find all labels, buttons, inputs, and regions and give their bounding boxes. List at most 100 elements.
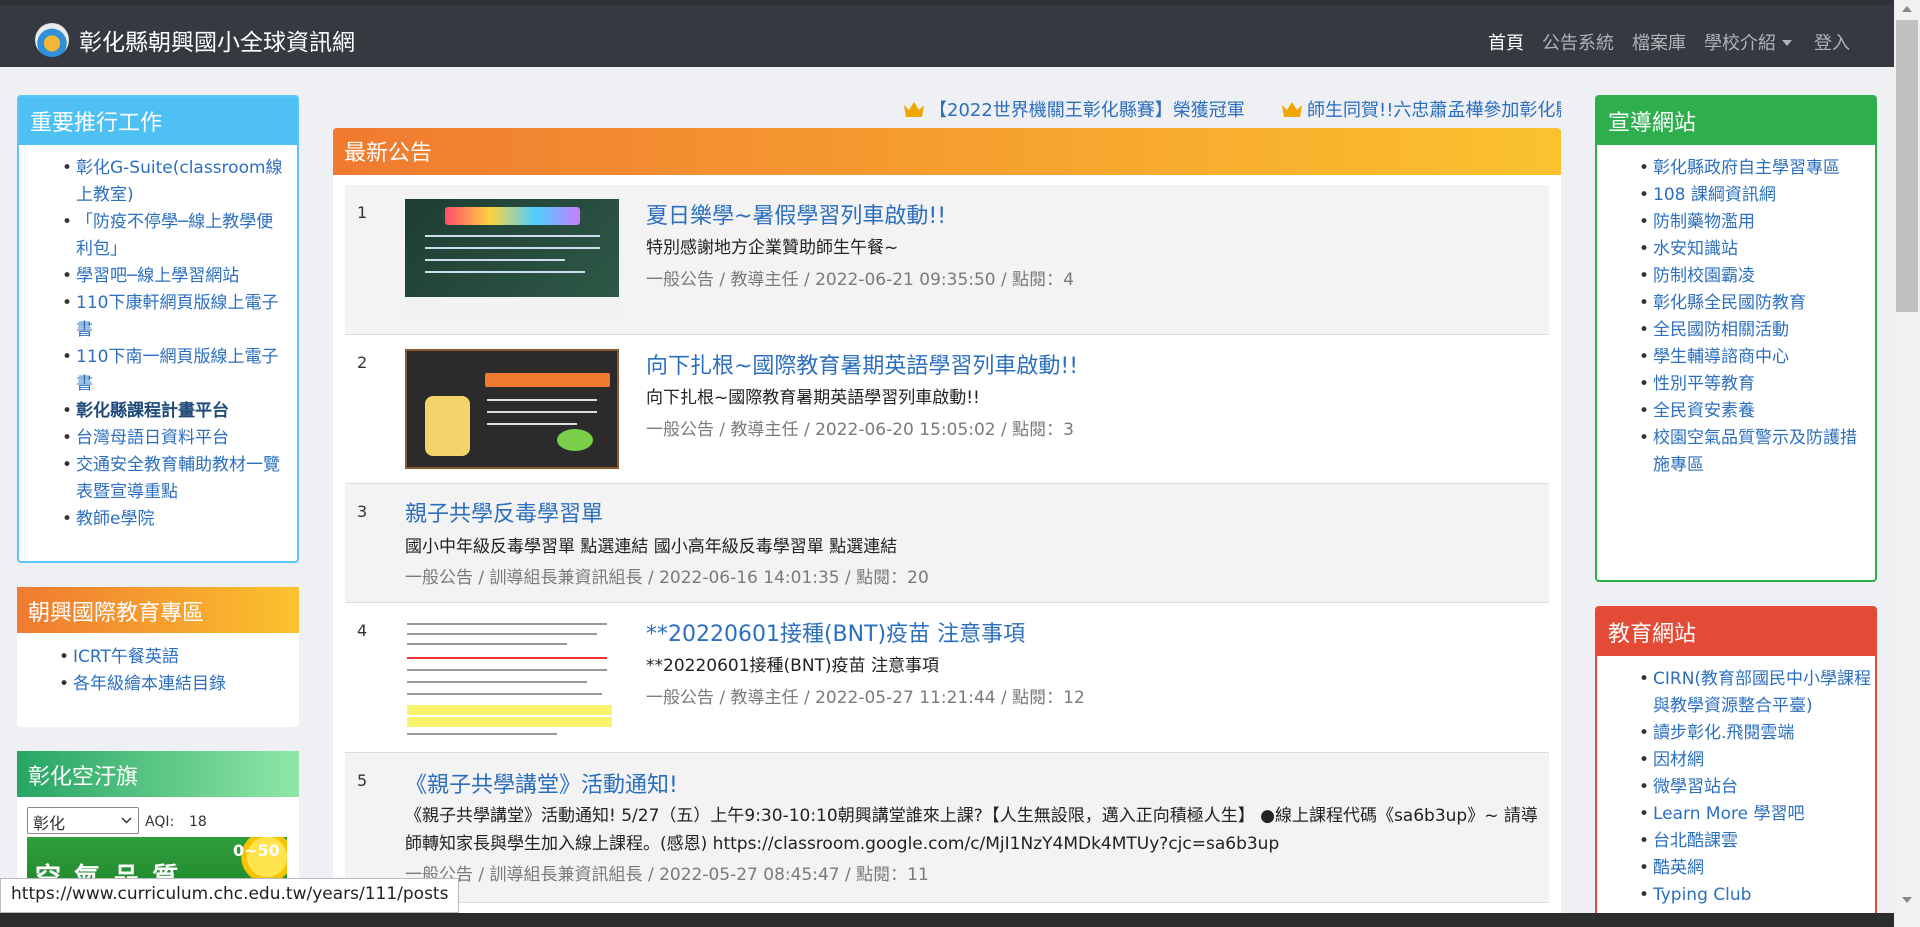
announcement-desc-4: **20220601接種(BNT)疫苗 注意事項 [646,656,939,676]
air-card-title: 彰化空汙旗 [17,751,299,797]
thumb-line [425,259,565,261]
important-item-nanyi[interactable]: 110下南一網頁版線上電子書 [62,344,286,398]
row-number: 3 [357,502,368,521]
edu-item-cooc[interactable]: 台北酷課雲 [1639,828,1873,855]
aqi-label: AQI: [145,814,175,830]
promo-item-108[interactable]: 108 課綱資訊網 [1639,182,1868,209]
important-item-learnbar[interactable]: 學習吧─線上學習網站 [62,263,286,290]
edu-card: 教育網站 CIRN(教育部國民中小學課程與教學資源整合平臺) 讀步彰化.飛閱雲端… [1595,606,1877,927]
announcement-row-5[interactable]: 5 《親子共學講堂》活動通知! 《親子共學講堂》活動通知! 5/27（五）上午9… [345,753,1549,903]
announcement-title-3[interactable]: 親子共學反毒學習單 [405,496,603,528]
promo-card: 宣導網站 彰化縣政府自主學習專區 108 課綱資訊網 防制藥物濫用 水安知識站 … [1595,95,1877,582]
important-item-kangxuan[interactable]: 110下康軒網頁版線上電子書 [62,290,286,344]
announcement-meta-1: 一般公告 / 教導主任 / 2022-06-21 09:35:50 / 點閱：4 [646,270,1074,290]
school-logo-icon[interactable] [35,23,69,57]
edu-card-title: 教育網站 [1597,608,1875,656]
announcement-meta-2: 一般公告 / 教導主任 / 2022-06-20 15:05:02 / 點閱：3 [646,420,1074,440]
promo-item-infosec[interactable]: 全民資安素養 [1639,398,1868,425]
promo-item-gender[interactable]: 性別平等教育 [1639,371,1868,398]
edu-item-reading[interactable]: 讀步彰化.飛閱雲端 [1639,720,1873,747]
nav-files[interactable]: 檔案庫 [1632,29,1686,55]
thumb-line [407,623,607,625]
thumb-line [425,247,600,249]
top-navbar: 彰化縣朝興國小全球資訊網 首頁 公告系統 檔案庫 學校介紹 登入 [0,0,1894,67]
edu-list: CIRN(教育部國民中小學課程與教學資源整合平臺) 讀步彰化.飛閱雲端 因材網 … [1639,666,1873,909]
announcement-title-2[interactable]: 向下扎根~國際教育暑期英語學習列車啟動!! [646,348,1078,380]
scroll-up-arrow-icon[interactable] [1902,6,1912,12]
promo-item-air-quality[interactable]: 校園空氣品質警示及防護措施專區 [1639,425,1868,479]
promo-list: 彰化縣政府自主學習專區 108 課綱資訊網 防制藥物濫用 水安知識站 防制校園霸… [1639,155,1868,479]
nav-login[interactable]: 登入 [1814,29,1850,55]
important-item-traffic[interactable]: 交通安全教育輔助教材一覽表暨宣導重點 [62,452,286,506]
row-number: 1 [357,203,368,222]
announcement-title-1[interactable]: 夏日樂學~暑假學習列車啟動!! [646,198,946,230]
promo-item-counseling[interactable]: 學生輔導諮商中心 [1639,344,1868,371]
edu-item-adaptive[interactable]: 因材網 [1639,747,1873,774]
important-item-covid-pack[interactable]: 「防疫不停學─線上教學便利包」 [62,209,286,263]
thumb-line [407,681,587,683]
edu-item-cirn[interactable]: CIRN(教育部國民中小學課程與教學資源整合平臺) [1639,666,1873,720]
thumb-line [407,633,597,635]
announcement-row-1[interactable]: 1 夏日樂學~暑假學習列車啟動!! 特別感謝地方企業贊助師生午餐~ 一般公告 /… [345,185,1549,335]
announcement-title-4[interactable]: **20220601接種(BNT)疫苗 注意事項 [646,616,1025,648]
marquee-item-2[interactable]: 師生同賀!!六忠蕭孟樺參加彰化縣 [1281,96,1561,120]
announcement-thumbnail-4[interactable] [405,617,619,747]
thumb-title-band [485,373,610,387]
thumb-title-band [445,207,580,225]
edu-item-cool-english[interactable]: 酷英網 [1639,855,1873,882]
promo-card-title: 宣導網站 [1597,97,1875,145]
intl-item-icrt[interactable]: ICRT午餐英語 [59,644,288,671]
important-item-gsuite[interactable]: 彰化G-Suite(classroom線上教室) [62,155,286,209]
announcements-header: 最新公告 [333,128,1561,175]
thumb-leaf [557,429,593,451]
promo-item-water[interactable]: 水安知識站 [1639,236,1868,263]
intl-card: 朝興國際教育專區 ICRT午餐英語 各年級繪本連結目錄 [17,587,299,727]
announcement-desc-1: 特別感謝地方企業贊助師生午餐~ [646,238,899,258]
edu-item-typing[interactable]: Typing Club [1639,882,1873,909]
taskbar [0,913,1894,927]
announcement-row-3[interactable]: 3 親子共學反毒學習單 國小中年級反毒學習單 點選連結 國小高年級反毒學習單 點… [345,484,1549,603]
important-card-title: 重要推行工作 [19,97,297,145]
edu-item-micro[interactable]: 微學習站台 [1639,774,1873,801]
nav-intro-label: 學校介紹 [1704,33,1776,54]
intl-item-picturebook[interactable]: 各年級繪本連結目錄 [59,671,288,698]
nav-intro-dropdown[interactable]: 學校介紹 [1704,29,1792,55]
promo-item-defense[interactable]: 彰化縣全民國防教育 [1639,290,1868,317]
marquee-clip: 師生同賀!!六忠蕭孟樺參加彰化縣 [1281,90,1561,120]
thumb-line [407,693,602,695]
scrollbar-thumb[interactable] [1896,20,1918,312]
important-item-curriculum[interactable]: 彰化縣課程計畫平台 [62,398,286,425]
edu-item-learnmore[interactable]: Learn More 學習吧 [1639,801,1873,828]
promo-item-self-learning[interactable]: 彰化縣政府自主學習專區 [1639,155,1868,182]
promo-item-drug[interactable]: 防制藥物濫用 [1639,209,1868,236]
nav-announce[interactable]: 公告系統 [1542,29,1614,55]
chevron-down-icon [121,817,132,824]
crown-icon [1282,102,1302,117]
aqi-value: 18 [189,814,207,830]
thumb-footer [405,297,619,319]
important-card: 重要推行工作 彰化G-Suite(classroom線上教室) 「防疫不停學─線… [17,95,299,563]
intl-card-title: 朝興國際教育專區 [17,587,299,633]
announcement-row-4[interactable]: 4 **20220601接種(BNT)疫苗 注意事項 **20220601接種(… [345,603,1549,753]
site-brand[interactable]: 彰化縣朝興國小全球資訊網 [79,23,355,57]
promo-item-bully[interactable]: 防制校園霸凌 [1639,263,1868,290]
thumb-figure [425,396,470,456]
important-item-mother-tongue[interactable]: 台灣母語日資料平台 [62,425,286,452]
thumb-line [487,411,597,413]
thumb-line [407,733,557,735]
thumb-line [407,657,607,659]
city-select[interactable]: 彰化 [27,807,139,834]
announcement-thumbnail-2[interactable] [405,349,619,469]
thumb-line [425,235,600,237]
announcement-thumbnail-1[interactable] [405,199,619,319]
thumb-highlight [407,717,612,727]
announcement-title-5[interactable]: 《親子共學講堂》活動通知! [405,767,678,799]
announcement-desc-3: 國小中年級反毒學習單 點選連結 國小高年級反毒學習單 點選連結 [405,537,898,557]
announcement-row-2[interactable]: 2 向下扎根~國際教育暑期英語學習列車啟動!! 向下扎根~國際教育暑期英語學習列… [345,335,1549,484]
marquee-item-1[interactable]: 【2022世界機關王彰化縣賽】榮獲冠軍 [903,96,1245,122]
nav-home[interactable]: 首頁 [1488,29,1524,55]
important-item-teacher-e[interactable]: 教師e學院 [62,506,286,533]
thumb-highlight [407,705,612,715]
scroll-down-arrow-icon[interactable] [1902,897,1912,903]
promo-item-defense-events[interactable]: 全民國防相關活動 [1639,317,1868,344]
